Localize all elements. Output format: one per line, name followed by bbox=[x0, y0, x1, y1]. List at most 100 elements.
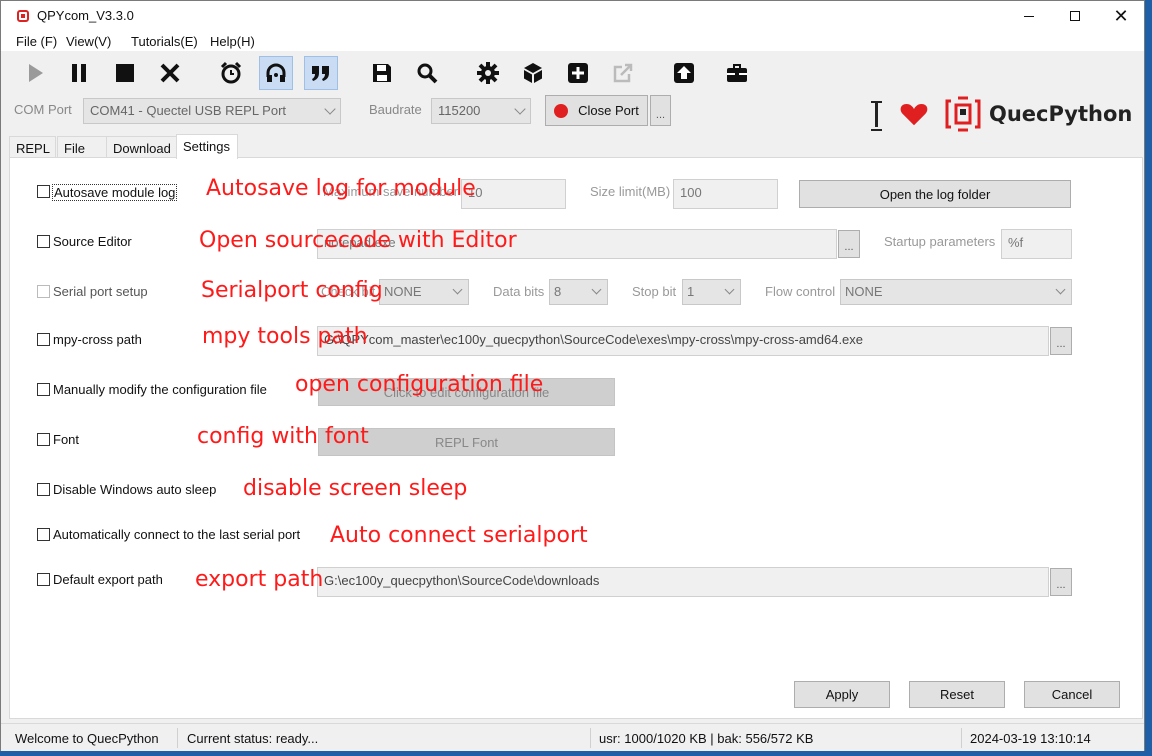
config-file-checkbox[interactable] bbox=[37, 383, 50, 396]
port-more-button[interactable]: ... bbox=[650, 95, 671, 126]
cancel-button[interactable]: Cancel bbox=[1024, 681, 1120, 708]
tab-repl[interactable]: REPL bbox=[9, 136, 56, 158]
menu-view[interactable]: View(V) bbox=[66, 34, 111, 49]
status-divider bbox=[961, 728, 962, 748]
clear-button[interactable] bbox=[153, 56, 187, 90]
brand-name: QuecPython bbox=[989, 102, 1133, 126]
com-port-select[interactable]: COM41 - Quectel USB REPL Port bbox=[83, 98, 341, 124]
baudrate-label: Baudrate bbox=[369, 102, 422, 117]
status-divider bbox=[590, 728, 591, 748]
toolbar bbox=[1, 52, 1144, 92]
text-cursor-icon bbox=[871, 99, 882, 131]
maximize-button[interactable] bbox=[1052, 1, 1098, 31]
reset-button[interactable]: Reset bbox=[909, 681, 1005, 708]
chevron-down-icon bbox=[324, 103, 336, 115]
menu-file[interactable]: File (F) bbox=[16, 34, 57, 49]
package-button[interactable] bbox=[516, 56, 550, 90]
heart-icon bbox=[900, 104, 928, 126]
add-button[interactable] bbox=[561, 56, 595, 90]
autosave-checkbox[interactable] bbox=[37, 185, 50, 198]
serial-setup-checkbox[interactable] bbox=[37, 285, 50, 298]
chevron-down-icon bbox=[514, 103, 526, 115]
status-bar: Welcome to QuecPython Current status: re… bbox=[1, 723, 1144, 751]
mpy-cross-browse-button[interactable]: ... bbox=[1050, 327, 1072, 355]
startup-parameters-label: Startup parameters bbox=[884, 234, 996, 249]
window-title: QPYcom_V3.3.0 bbox=[37, 8, 134, 23]
mpy-cross-label: mpy-cross path bbox=[53, 332, 142, 347]
settings-button[interactable] bbox=[471, 56, 505, 90]
export-icon bbox=[613, 63, 633, 83]
annotation-sleep: disable screen sleep bbox=[243, 476, 468, 501]
flow-control-label: Flow control bbox=[765, 284, 836, 299]
app-icon bbox=[17, 10, 29, 22]
baudrate-select[interactable]: 115200 bbox=[431, 98, 531, 124]
source-editor-checkbox[interactable] bbox=[37, 235, 50, 248]
timer-button[interactable] bbox=[214, 56, 248, 90]
export-path-input[interactable]: G:\ec100y_quecpython\SourceCode\download… bbox=[317, 567, 1049, 597]
brand-area: QuecPython bbox=[871, 96, 1132, 132]
cube-icon bbox=[524, 63, 542, 83]
tab-settings[interactable]: Settings bbox=[176, 134, 238, 159]
startup-parameters-input[interactable]: %f bbox=[1001, 229, 1072, 259]
config-file-label: Manually modify the configuration file bbox=[53, 382, 267, 397]
check-bit-select[interactable]: NONE bbox=[379, 279, 469, 305]
export-button[interactable] bbox=[606, 56, 640, 90]
toolbox-icon bbox=[727, 64, 747, 82]
search-button[interactable] bbox=[410, 56, 444, 90]
baudrate-value: 115200 bbox=[438, 103, 481, 118]
font-checkbox[interactable] bbox=[37, 433, 50, 446]
open-log-folder-button[interactable]: Open the log folder bbox=[799, 180, 1071, 208]
headset-button[interactable] bbox=[259, 56, 293, 90]
flow-control-select[interactable]: NONE bbox=[840, 279, 1072, 305]
quote-icon bbox=[312, 66, 329, 81]
max-save-number-input[interactable]: 10 bbox=[461, 179, 566, 209]
export-path-label: Default export path bbox=[53, 572, 163, 587]
minimize-icon bbox=[1024, 15, 1034, 17]
menu-tutorials[interactable]: Tutorials(E) bbox=[131, 34, 198, 49]
headset-icon bbox=[266, 63, 286, 82]
menu-bar: File (F) View(V) Tutorials(E) Help(H) bbox=[1, 31, 1144, 51]
chevron-down-icon bbox=[591, 284, 602, 295]
quote-button[interactable] bbox=[304, 56, 338, 90]
mpy-cross-path-input[interactable]: G:\QPYcom_master\ec100y_quecpython\Sourc… bbox=[317, 326, 1049, 356]
tab-file[interactable]: File bbox=[57, 136, 107, 158]
stop-bit-value: 1 bbox=[687, 284, 695, 299]
save-button[interactable] bbox=[365, 56, 399, 90]
data-bits-label: Data bits bbox=[493, 284, 545, 299]
export-browse-button[interactable]: ... bbox=[1050, 568, 1072, 596]
mpy-cross-checkbox[interactable] bbox=[37, 333, 50, 346]
auto-connect-checkbox[interactable] bbox=[37, 528, 50, 541]
menu-help[interactable]: Help(H) bbox=[210, 34, 255, 49]
close-window-button[interactable]: ✕ bbox=[1098, 1, 1144, 31]
close-port-label: Close Port bbox=[578, 103, 639, 118]
annotation-font: config with font bbox=[197, 424, 369, 449]
toolbox-button[interactable] bbox=[720, 56, 754, 90]
autosave-label: Autosave module log bbox=[52, 184, 178, 201]
minimize-button[interactable] bbox=[1006, 1, 1052, 31]
port-status-icon bbox=[554, 103, 569, 118]
status-datetime: 2024-03-19 13:10:14 bbox=[970, 731, 1091, 746]
pause-icon bbox=[72, 64, 86, 82]
size-limit-input[interactable]: 100 bbox=[673, 179, 778, 209]
tab-download[interactable]: Download bbox=[106, 136, 177, 158]
source-editor-label: Source Editor bbox=[53, 234, 132, 249]
disable-sleep-checkbox[interactable] bbox=[37, 483, 50, 496]
annotation-source-editor: Open sourcecode with Editor bbox=[199, 228, 517, 253]
size-limit-label: Size limit(MB) bbox=[590, 184, 671, 199]
stop-button[interactable] bbox=[108, 56, 142, 90]
export-path-checkbox[interactable] bbox=[37, 573, 50, 586]
gear-icon bbox=[477, 62, 499, 84]
close-port-button[interactable]: Close Port bbox=[545, 95, 648, 126]
font-label: Font bbox=[53, 432, 80, 447]
editor-browse-button[interactable]: ... bbox=[838, 230, 860, 258]
apply-button[interactable]: Apply bbox=[794, 681, 890, 708]
run-button[interactable] bbox=[18, 56, 52, 90]
upload-button[interactable] bbox=[667, 56, 701, 90]
data-bits-select[interactable]: 8 bbox=[549, 279, 608, 305]
annotation-config-file: open configuration file bbox=[295, 372, 544, 397]
stop-bit-select[interactable]: 1 bbox=[682, 279, 741, 305]
add-icon bbox=[568, 63, 588, 83]
chevron-down-icon bbox=[1055, 284, 1066, 295]
chevron-down-icon bbox=[724, 284, 735, 295]
pause-button[interactable] bbox=[62, 56, 96, 90]
